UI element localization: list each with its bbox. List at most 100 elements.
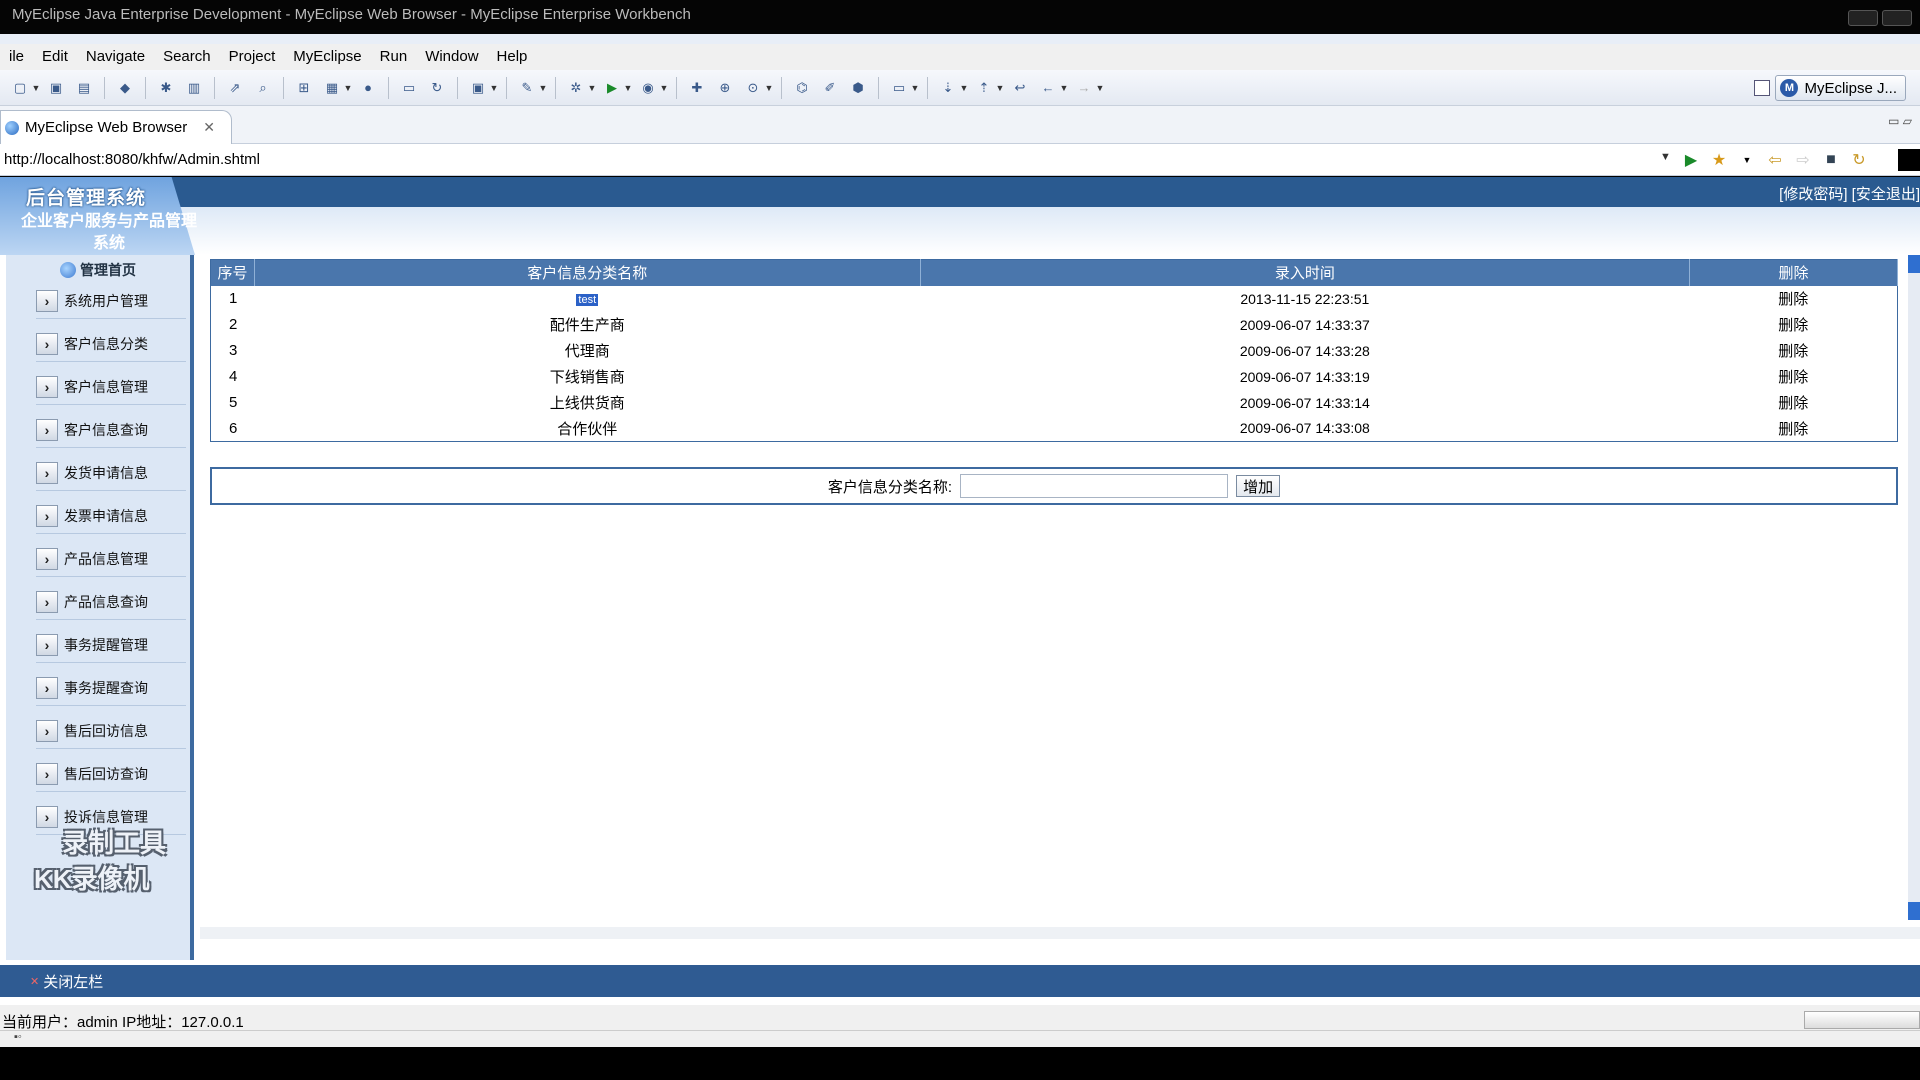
menu-run[interactable]: Run	[371, 44, 417, 70]
open-resource-icon[interactable]: ⬢	[848, 78, 868, 98]
server-icon[interactable]: ▥	[184, 78, 204, 98]
url-input[interactable]: http://localhost:8080/khfw/Admin.shtml	[4, 144, 1654, 176]
chevron-down-icon[interactable]: ▼	[660, 78, 669, 98]
chevron-down-icon[interactable]: ▼	[960, 78, 969, 98]
back-icon[interactable]: ←	[1038, 78, 1058, 98]
print-icon[interactable]: ▤	[74, 78, 94, 98]
sidebar-item-invoice-request[interactable]: › 发票申请信息	[36, 498, 186, 534]
delete-link[interactable]: 删除	[1690, 286, 1898, 312]
category-name: 代理商	[564, 343, 610, 360]
category-name-input[interactable]	[960, 474, 1229, 498]
menu-file[interactable]: ile	[0, 44, 33, 70]
sidebar-item-aftersale-manage[interactable]: › 售后回访信息	[36, 713, 186, 749]
next-annotation-icon[interactable]: ⇣	[938, 78, 958, 98]
refresh-icon[interactable]: ↻	[1848, 149, 1870, 171]
new-wizard-icon[interactable]: ✎	[517, 78, 537, 98]
open-perspective-icon[interactable]	[1754, 80, 1770, 96]
menu-help[interactable]: Help	[488, 44, 537, 70]
last-edit-icon[interactable]: ↩	[1010, 78, 1030, 98]
chevron-down-icon[interactable]: ▼	[344, 78, 353, 98]
run-icon[interactable]: ▶	[602, 78, 622, 98]
chevron-down-icon[interactable]: ▼	[1096, 78, 1105, 98]
refresh-icon[interactable]: ↻	[427, 78, 447, 98]
image-icon[interactable]: ▣	[468, 78, 488, 98]
vertical-scrollbar[interactable]	[1908, 255, 1920, 920]
folder-open-icon[interactable]: ▭	[889, 78, 909, 98]
close-sidebar-link[interactable]: ✕ 关闭左栏	[30, 971, 103, 992]
horizontal-scrollbar[interactable]	[200, 927, 1920, 939]
globe-icon[interactable]: ●	[358, 78, 378, 98]
delete-link[interactable]: 删除	[1690, 364, 1898, 390]
chevron-down-icon[interactable]: ▼	[588, 78, 597, 98]
chevron-down-icon[interactable]: ▼	[539, 78, 548, 98]
chevron-down-icon[interactable]: ▼	[32, 78, 41, 98]
delete-link[interactable]: 删除	[1690, 390, 1898, 416]
chevron-down-icon[interactable]: ▼	[1060, 78, 1069, 98]
sidebar-item-customer-query[interactable]: › 客户信息查询	[36, 412, 186, 448]
chevron-down-icon[interactable]: ▼	[1736, 149, 1758, 171]
browser-extra-icon[interactable]	[1898, 149, 1920, 171]
forward-icon[interactable]: →	[1074, 78, 1094, 98]
chevron-down-icon[interactable]: ▼	[911, 78, 920, 98]
forward-icon[interactable]: ⇨	[1792, 149, 1814, 171]
sidebar-item-shipping-request[interactable]: › 发货申请信息	[36, 455, 186, 491]
menu-window[interactable]: Window	[416, 44, 487, 70]
folder-icon[interactable]: ▭	[399, 78, 419, 98]
sidebar-item-reminder-query[interactable]: › 事务提醒查询	[36, 670, 186, 706]
sidebar-item-system-users[interactable]: › 系统用户管理	[36, 283, 186, 319]
sidebar-item-customer-manage[interactable]: › 客户信息管理	[36, 369, 186, 405]
scroll-up-icon[interactable]	[1908, 255, 1920, 273]
menu-search[interactable]: Search	[154, 44, 220, 70]
search-icon[interactable]: ⌕	[253, 78, 273, 98]
sidebar-item-aftersale-query[interactable]: › 售后回访查询	[36, 756, 186, 792]
save-icon[interactable]: ▣	[46, 78, 66, 98]
prev-annotation-icon[interactable]: ⇡	[974, 78, 994, 98]
account-links[interactable]: [修改密码] [安全退出]	[1779, 183, 1920, 204]
delete-link[interactable]: 删除	[1690, 338, 1898, 364]
menu-navigate[interactable]: Navigate	[77, 44, 154, 70]
add-button[interactable]: 增加	[1236, 475, 1281, 497]
favorites-icon[interactable]: ★	[1708, 149, 1730, 171]
hierarchy-icon[interactable]: ⊞	[294, 78, 314, 98]
sidebar-item-product-manage[interactable]: › 产品信息管理	[36, 541, 186, 577]
column-header: 删除	[1689, 259, 1898, 286]
back-icon[interactable]: ⇦	[1764, 149, 1786, 171]
minimize-button[interactable]	[1848, 10, 1878, 26]
deploy-icon[interactable]: ⇗	[225, 78, 245, 98]
chevron-down-icon[interactable]: ▼	[765, 78, 774, 98]
open-type-icon[interactable]: ⌬	[792, 78, 812, 98]
menu-project[interactable]: Project	[220, 44, 285, 70]
debug-icon[interactable]: ✲	[566, 78, 586, 98]
sidebar-home[interactable]: 管理首页	[60, 260, 136, 280]
status-scrollbar[interactable]	[1804, 1011, 1920, 1029]
close-icon[interactable]: ✕	[203, 119, 215, 136]
new-item-icon[interactable]: ⊙	[743, 78, 763, 98]
new-package-icon[interactable]: ⊕	[715, 78, 735, 98]
minimize-view-icon[interactable]: ▭ ▱	[1888, 114, 1912, 128]
sidebar-item-product-query[interactable]: › 产品信息查询	[36, 584, 186, 620]
status-indicator-icon: ▪◦	[14, 1031, 22, 1043]
sidebar-item-reminder-manage[interactable]: › 事务提醒管理	[36, 627, 186, 663]
package-icon[interactable]: ◆	[115, 78, 135, 98]
chevron-down-icon[interactable]: ▼	[624, 78, 633, 98]
chevron-down-icon[interactable]: ▼	[490, 78, 499, 98]
menu-edit[interactable]: Edit	[33, 44, 77, 70]
delete-link[interactable]: 删除	[1690, 416, 1898, 442]
external-tools-icon[interactable]: ◉	[638, 78, 658, 98]
sidebar-item-customer-category[interactable]: › 客户信息分类	[36, 326, 186, 362]
perspective-button[interactable]: M MyEclipse J...	[1775, 75, 1906, 101]
open-task-icon[interactable]: ✐	[820, 78, 840, 98]
delete-link[interactable]: 删除	[1690, 312, 1898, 338]
tab-web-browser[interactable]: MyEclipse Web Browser ✕	[0, 110, 232, 144]
gear-icon[interactable]: ✱	[156, 78, 176, 98]
chevron-down-icon[interactable]: ▼	[996, 78, 1005, 98]
maximize-button[interactable]	[1882, 10, 1912, 26]
scroll-down-icon[interactable]	[1908, 902, 1920, 920]
document-icon[interactable]: ▦	[322, 78, 342, 98]
new-icon[interactable]: ▢	[10, 78, 30, 98]
chevron-down-icon[interactable]: ▼	[1660, 151, 1671, 163]
go-icon[interactable]: ▶	[1680, 149, 1702, 171]
new-class-icon[interactable]: ✚	[687, 78, 707, 98]
stop-icon[interactable]: ■	[1820, 149, 1842, 171]
menu-myeclipse[interactable]: MyEclipse	[284, 44, 370, 70]
